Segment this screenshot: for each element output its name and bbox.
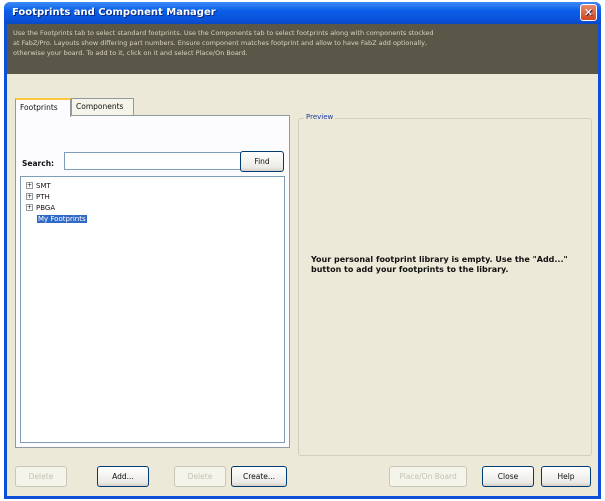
add-button[interactable]: Add... (97, 466, 149, 487)
tree-item-pbga[interactable]: + PBGA (26, 203, 55, 214)
instruction-banner: Use the Footprints tab to select standar… (7, 24, 598, 74)
tree-item-smt[interactable]: + SMT (26, 181, 51, 192)
expand-icon[interactable]: + (26, 204, 33, 211)
help-button[interactable]: Help (541, 466, 591, 487)
place-on-board-button[interactable]: Place/On Board (389, 466, 467, 487)
preview-group: Preview Your personal footprint library … (298, 113, 592, 456)
preview-label: Preview (304, 113, 336, 121)
banner-line: at FabZ/Pro. Layouts show differing part… (13, 39, 428, 47)
expand-icon[interactable]: + (26, 193, 33, 200)
tree-item-label: PBGA (36, 204, 56, 212)
search-input[interactable] (64, 152, 241, 170)
footprint-tree: + SMT + PTH + PBGA My Footprints (20, 176, 285, 443)
button-bar: Delete Add... Delete Create... Place/On … (7, 464, 598, 496)
create-button[interactable]: Create... (231, 466, 287, 487)
expand-icon[interactable]: + (26, 182, 33, 189)
footprints-component-manager-window: Footprints and Component Manager ✕ Use t… (4, 2, 601, 499)
tree-item-my-footprints[interactable]: My Footprints (37, 214, 87, 225)
window-title: Footprints and Component Manager (12, 7, 216, 18)
banner-line: Use the Footprints tab to select standar… (13, 29, 434, 37)
title-bar: Footprints and Component Manager ✕ (4, 2, 601, 24)
delete-button[interactable]: Delete (15, 466, 67, 487)
library-panel: Footprints Components Search: Find + SMT … (15, 98, 290, 448)
find-button[interactable]: Find (240, 151, 284, 172)
tab-footprints[interactable]: Footprints (15, 98, 71, 117)
tree-item-label: SMT (36, 182, 51, 190)
footprints-tab-body: Search: Find + SMT + PTH + PBGA My Footprin… (15, 115, 290, 448)
empty-library-message: Your personal footprint library is empty… (311, 255, 568, 274)
close-button[interactable]: Close (482, 466, 534, 487)
tree-item-label: PTH (36, 193, 50, 201)
close-window-icon[interactable]: ✕ (580, 4, 597, 21)
tab-components[interactable]: Components (71, 98, 134, 116)
search-label: Search: (22, 159, 55, 168)
tree-item-label: My Footprints (37, 215, 87, 223)
delete-footprint-button[interactable]: Delete (174, 466, 226, 487)
banner-line: otherwise your board. To add to it, clic… (13, 49, 248, 57)
tree-item-pth[interactable]: + PTH (26, 192, 50, 203)
